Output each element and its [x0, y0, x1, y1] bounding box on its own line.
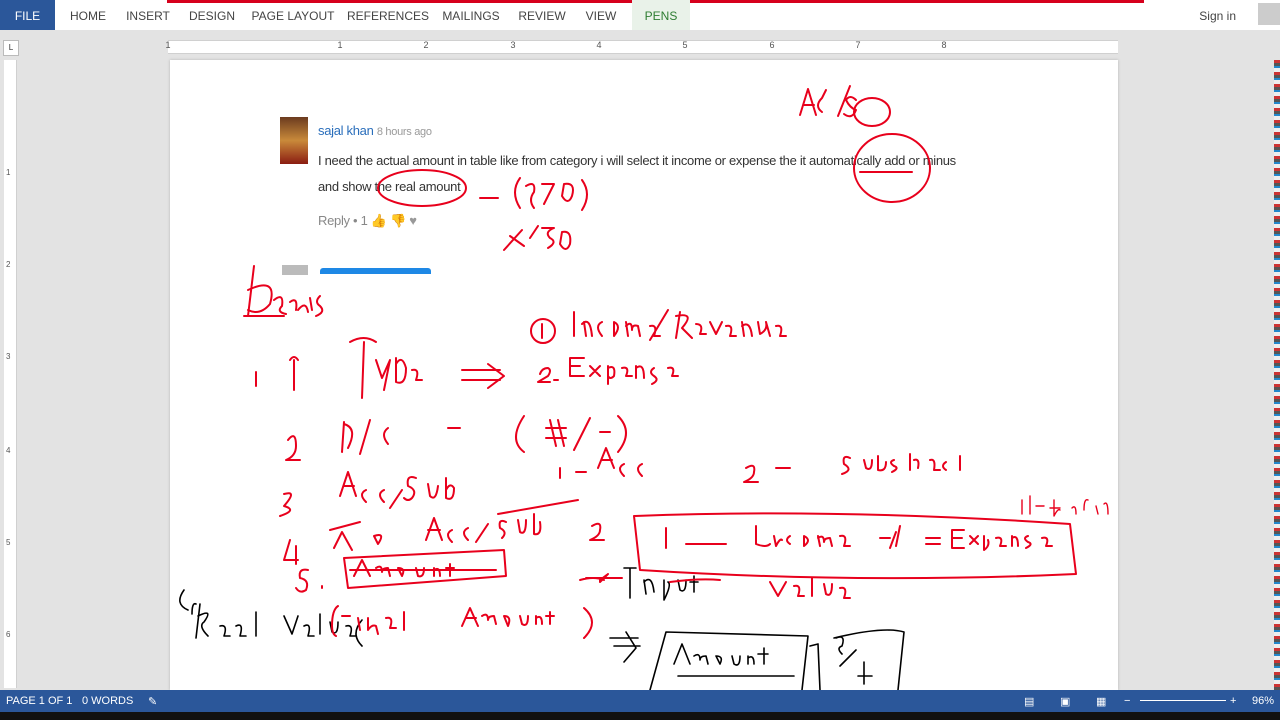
web-layout-icon[interactable]: ▦	[1096, 695, 1106, 708]
ruler-number: 1	[165, 40, 171, 50]
ruler-number: 3	[6, 352, 11, 361]
page-count[interactable]: PAGE 1 OF 1	[6, 695, 72, 707]
tab-design[interactable]: DESIGN	[184, 0, 240, 30]
ruler-number: 5	[682, 40, 688, 50]
ink-stroke	[331, 605, 593, 639]
ink-stroke	[349, 559, 497, 578]
ink-stroke	[609, 631, 641, 663]
ink-stroke	[853, 133, 931, 203]
ink-stroke	[285, 415, 627, 461]
ink-stroke	[579, 573, 623, 583]
ruler-number: 8	[941, 40, 947, 50]
word-count[interactable]: 0 WORDS	[82, 695, 133, 707]
tab-review[interactable]: REVIEW	[514, 0, 570, 30]
ink-stroke	[283, 499, 605, 565]
vertical-ruler[interactable]: 1 2 3 4 5 6	[4, 60, 17, 688]
ruler-number: 4	[596, 40, 602, 50]
print-layout-icon[interactable]: ▣	[1060, 695, 1070, 708]
ruler-number: 1	[6, 168, 11, 177]
ink-stroke	[669, 577, 851, 599]
ruler-number: 2	[423, 40, 429, 50]
pen-ink-annotations	[179, 85, 1109, 690]
sign-in-link[interactable]: Sign in	[1199, 0, 1236, 32]
tab-insert[interactable]: INSERT	[122, 0, 174, 30]
ink-stroke	[649, 629, 905, 690]
ribbon: FILE HOME INSERT DESIGN PAGE LAYOUT REFE…	[0, 0, 1280, 30]
ink-stroke	[295, 568, 323, 593]
tab-file[interactable]: FILE	[0, 0, 55, 30]
tab-references[interactable]: REFERENCES	[347, 0, 429, 30]
tab-mailings[interactable]: MAILINGS	[437, 0, 505, 30]
zoom-in-icon[interactable]: +	[1230, 695, 1236, 707]
ruler-number: 6	[6, 630, 11, 639]
read-mode-icon[interactable]: ▤	[1024, 695, 1034, 708]
tab-home[interactable]: HOME	[62, 0, 114, 30]
zoom-slider[interactable]	[1140, 700, 1226, 701]
taskbar	[0, 712, 1280, 720]
ink-stroke	[243, 265, 324, 317]
document-page[interactable]: sajal khan 8 hours ago I need the actual…	[170, 60, 1118, 690]
ruler-number: 6	[769, 40, 775, 50]
zoom-out-icon[interactable]: −	[1124, 695, 1130, 707]
proofing-icon[interactable]: ✎	[148, 695, 157, 708]
ink-stroke	[503, 225, 572, 251]
status-bar: PAGE 1 OF 1 0 WORDS ✎ ▤ ▣ ▦ − + 96%	[0, 690, 1280, 712]
ruler-number: 7	[855, 40, 861, 50]
tab-page-layout[interactable]: PAGE LAYOUT	[248, 0, 338, 30]
ink-stroke	[633, 512, 1077, 580]
ink-stroke	[665, 525, 1053, 551]
tab-view[interactable]: VIEW	[578, 0, 624, 30]
screen-edge-artifact	[1274, 60, 1280, 690]
ink-stroke	[377, 169, 467, 207]
ink-stroke	[541, 309, 787, 341]
ink-stroke	[799, 85, 857, 118]
ruler-number: 4	[6, 446, 11, 455]
ink-stroke	[853, 97, 891, 127]
tab-pens[interactable]: PENS	[632, 0, 690, 30]
tab-selector[interactable]: L	[3, 40, 19, 56]
ruler-number: 1	[337, 40, 343, 50]
ruler-number: 5	[6, 538, 11, 547]
ink-stroke	[279, 447, 961, 517]
ink-stroke	[1021, 495, 1109, 517]
zoom-level[interactable]: 96%	[1252, 695, 1274, 707]
horizontal-ruler[interactable]: 1 1 2 3 4 5 6 7 8	[165, 40, 1118, 54]
ink-stroke	[179, 589, 363, 647]
user-icon[interactable]	[1258, 3, 1280, 25]
ruler-number: 2	[6, 260, 11, 269]
ink-stroke	[479, 177, 588, 211]
ink-stroke	[255, 337, 679, 399]
ruler-number: 3	[510, 40, 516, 50]
